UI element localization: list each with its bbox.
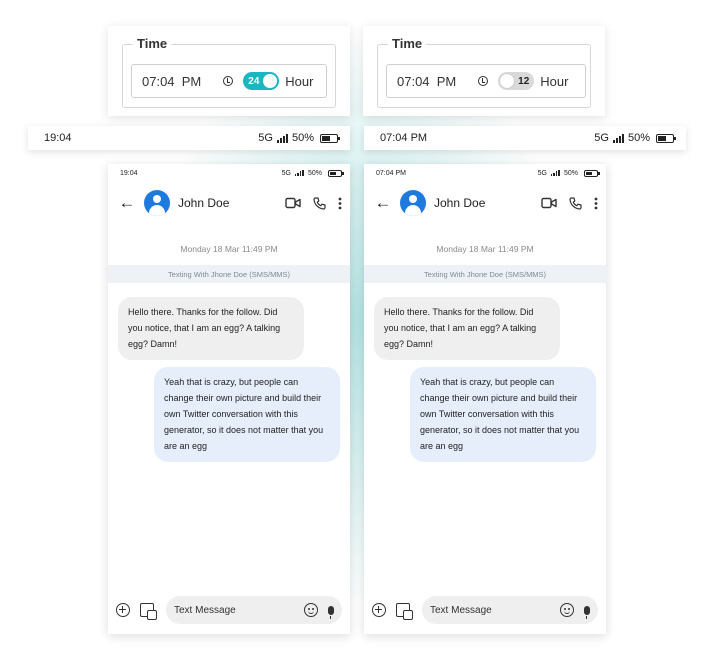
add-icon[interactable]	[372, 603, 386, 617]
header-actions	[541, 196, 598, 210]
time-legend: Time	[388, 36, 427, 51]
conversation-header: ← John Doe	[364, 182, 606, 224]
toggle-label: 12	[518, 75, 530, 87]
back-arrow-icon[interactable]: ←	[116, 193, 138, 213]
battery-icon	[320, 133, 340, 143]
phone-call-icon[interactable]	[569, 196, 582, 210]
video-call-icon[interactable]	[541, 197, 557, 209]
hour-format-toggle[interactable]: 24	[243, 72, 280, 90]
message-input[interactable]: Text Message	[166, 596, 342, 624]
avatar-icon[interactable]	[400, 190, 426, 216]
back-arrow-icon[interactable]: ←	[372, 193, 394, 213]
network-label: 5G	[281, 169, 291, 177]
message-composer: Text Message	[108, 596, 350, 624]
time-input[interactable]: 07:04 PM 12 Hour	[386, 64, 586, 98]
status-indicators: 5G 50%	[594, 132, 676, 144]
phone-preview-right: 07:04 PM 5G 50% ← John Doe Monday 18 Mar…	[364, 164, 606, 634]
status-bar-preview-right: 07:04 PM 5G 50%	[364, 126, 686, 150]
phone-status-indicators: 5G 50%	[537, 169, 600, 177]
clock-icon[interactable]	[478, 76, 489, 86]
avatar-icon[interactable]	[144, 190, 170, 216]
time-fieldset: Time 07:04 PM 12 Hour	[377, 36, 591, 108]
gallery-icon[interactable]	[140, 603, 157, 620]
time-settings-card-left: Time 07:04 PM 24 Hour	[108, 26, 350, 116]
phone-status-bar: 19:04 5G 50%	[108, 164, 350, 182]
message-composer: Text Message	[364, 596, 606, 624]
battery-label: 50%	[307, 169, 322, 177]
phone-status-time: 19:04	[120, 169, 138, 177]
clock-icon[interactable]	[223, 76, 234, 86]
signal-icon	[294, 170, 304, 176]
contact-name[interactable]: John Doe	[178, 196, 285, 210]
hour-label: Hour	[285, 73, 314, 89]
battery-label: 50%	[563, 169, 578, 177]
battery-label: 50%	[291, 132, 314, 144]
phone-status-time: 07:04 PM	[376, 169, 406, 177]
battery-icon	[584, 169, 600, 177]
time-input[interactable]: 07:04 PM 24 Hour	[131, 64, 327, 98]
message-placeholder: Text Message	[430, 604, 492, 616]
texting-banner: Texting With Jhone Doe (SMS/MMS)	[364, 265, 606, 283]
signal-icon	[550, 170, 560, 176]
battery-label: 50%	[627, 132, 650, 144]
network-label: 5G	[594, 132, 609, 144]
emoji-icon[interactable]	[304, 603, 318, 617]
mic-icon[interactable]	[328, 605, 334, 619]
status-indicators: 5G 50%	[258, 132, 340, 144]
outgoing-message-bubble: Yeah that is crazy, but people can chang…	[410, 367, 596, 462]
more-vertical-icon[interactable]	[594, 197, 598, 210]
texting-banner: Texting With Jhone Doe (SMS/MMS)	[108, 265, 350, 283]
battery-icon	[656, 133, 676, 143]
message-input[interactable]: Text Message	[422, 596, 598, 624]
signal-icon	[276, 133, 288, 143]
contact-name[interactable]: John Doe	[434, 196, 541, 210]
time-fieldset: Time 07:04 PM 24 Hour	[122, 36, 336, 108]
status-time: 19:04	[44, 132, 72, 144]
phone-status-bar: 07:04 PM 5G 50%	[364, 164, 606, 182]
outgoing-message-bubble: Yeah that is crazy, but people can chang…	[154, 367, 340, 462]
status-time: 07:04 PM	[380, 132, 428, 144]
signal-icon	[612, 133, 624, 143]
video-call-icon[interactable]	[285, 197, 301, 209]
time-value: 07:04 PM	[142, 73, 202, 89]
phone-status-indicators: 5G 50%	[281, 169, 344, 177]
hour-format-toggle[interactable]: 12	[498, 72, 535, 90]
phone-call-icon[interactable]	[313, 196, 326, 210]
time-value: 07:04 PM	[397, 73, 457, 89]
status-bar-preview-left: 19:04 5G 50%	[28, 126, 350, 150]
hour-label: Hour	[540, 73, 569, 89]
incoming-message-bubble: Hello there. Thanks for the follow. Did …	[374, 297, 560, 360]
date-label: Monday 18 Mar 11:49 PM	[180, 244, 278, 254]
add-icon[interactable]	[116, 603, 130, 617]
message-placeholder: Text Message	[174, 604, 236, 616]
mic-icon[interactable]	[584, 605, 590, 619]
incoming-message-bubble: Hello there. Thanks for the follow. Did …	[118, 297, 304, 360]
network-label: 5G	[537, 169, 547, 177]
emoji-icon[interactable]	[560, 603, 574, 617]
gallery-icon[interactable]	[396, 603, 413, 620]
phone-preview-left: 19:04 5G 50% ← John Doe Monday 18 Mar 11…	[108, 164, 350, 634]
date-label: Monday 18 Mar 11:49 PM	[436, 244, 534, 254]
network-label: 5G	[258, 132, 273, 144]
battery-icon	[328, 169, 344, 177]
header-actions	[285, 196, 342, 210]
more-vertical-icon[interactable]	[338, 197, 342, 210]
conversation-header: ← John Doe	[108, 182, 350, 224]
time-settings-card-right: Time 07:04 PM 12 Hour	[363, 26, 605, 116]
time-legend: Time	[133, 36, 172, 51]
toggle-label: 24	[248, 75, 260, 87]
